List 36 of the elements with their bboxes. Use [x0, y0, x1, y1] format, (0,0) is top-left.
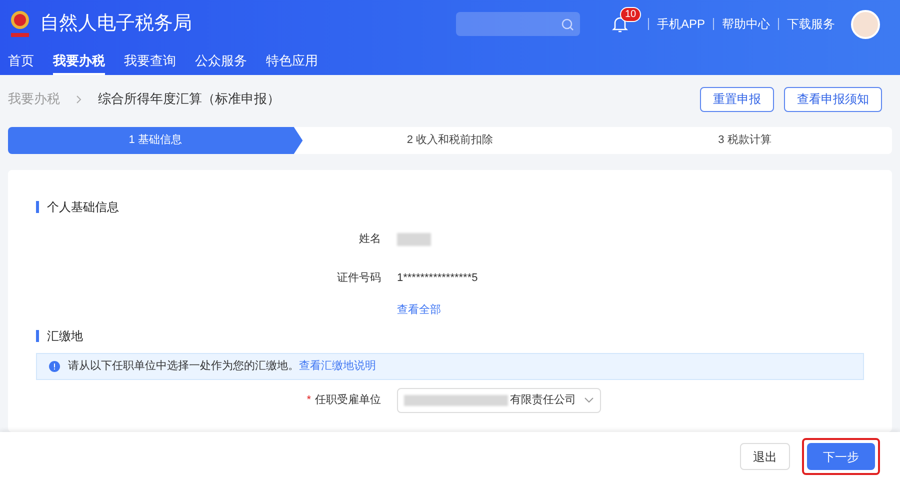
employer-select[interactable]: 有限责任公司: [397, 388, 601, 412]
avatar: [851, 10, 880, 38]
section-title: 个人基础信息: [47, 199, 119, 216]
action-button[interactable]: 查看申报须知: [784, 86, 882, 112]
field-label: 姓名: [358, 232, 381, 248]
step: 1 基础信息: [8, 127, 303, 154]
site-title: 自然人电子税务局: [40, 12, 192, 36]
header-link[interactable]: 手机APP: [656, 15, 705, 33]
exit-button[interactable]: 退出: [740, 443, 790, 470]
field-label: 证件号码: [336, 271, 381, 286]
step: 2 收入和税前扣除: [302, 127, 598, 154]
notice-text: 请从以下任职单位中选择一处作为您的汇缴地。: [68, 358, 299, 374]
section-title: 汇缴地: [47, 328, 83, 344]
search-field[interactable]: [456, 12, 580, 36]
required-mark: *: [306, 392, 311, 408]
view-all-link[interactable]: 查看全部: [397, 302, 441, 318]
nav-tab[interactable]: 首页: [8, 48, 34, 75]
step: 3 税款计算: [597, 127, 892, 154]
next-button[interactable]: 下一步: [807, 443, 875, 470]
field-value: 1****************5: [397, 271, 478, 286]
notification-badge: 10: [620, 7, 642, 22]
nav-tab[interactable]: 特色应用: [266, 48, 318, 75]
chevron-right-icon: [76, 94, 82, 104]
chevron-down-icon: [584, 397, 594, 403]
header-link[interactable]: 下载服务: [787, 15, 835, 33]
search-icon: [560, 18, 574, 30]
emblem-icon: [8, 9, 32, 39]
notice-link[interactable]: 查看汇缴地说明: [299, 358, 376, 374]
header-link[interactable]: 帮助中心: [722, 15, 770, 33]
nav-tab[interactable]: 我要办税: [53, 48, 105, 75]
action-button[interactable]: 重置申报: [700, 86, 774, 112]
nav-tab[interactable]: 公众服务: [195, 48, 247, 75]
info-icon: [49, 360, 60, 372]
breadcrumb-current: 综合所得年度汇算（标准申报）: [98, 90, 280, 108]
field-label: 任职受雇单位: [315, 392, 381, 408]
nav-tab[interactable]: 我要查询: [124, 48, 176, 75]
